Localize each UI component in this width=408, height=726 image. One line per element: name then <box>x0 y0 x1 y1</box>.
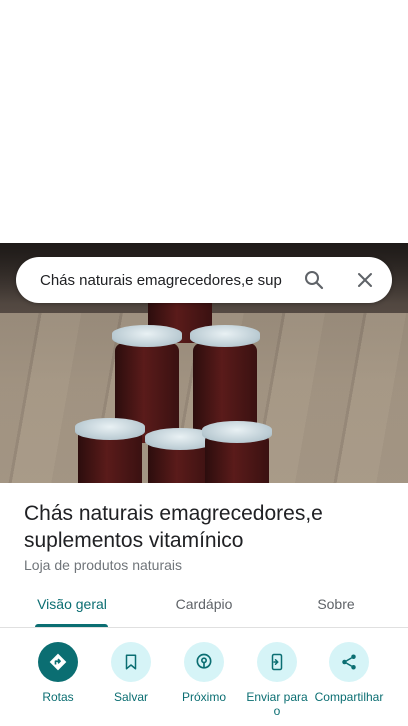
active-tab-indicator <box>35 624 108 627</box>
place-title: Chás naturais emagrecedores,e suplemento… <box>24 502 323 552</box>
save-label: Salvar <box>113 690 148 704</box>
send-to-phone-label: Enviar para o <box>246 690 308 718</box>
jar-lid <box>112 325 182 347</box>
tab-overview[interactable]: Visão geral <box>24 585 120 627</box>
jar-lid <box>190 325 260 347</box>
action-bar: Rotas Salvar Próximo Enviar para o Compa… <box>0 640 408 726</box>
tab-about[interactable]: Sobre <box>296 585 376 627</box>
jar-lid <box>75 418 145 440</box>
nearby-button[interactable]: Próximo <box>164 640 244 704</box>
directions-label: Rotas <box>42 690 74 704</box>
place-category: Loja de produtos naturais <box>24 557 182 573</box>
close-icon[interactable] <box>353 268 377 292</box>
directions-button[interactable]: Rotas <box>18 640 98 704</box>
jar-lid <box>202 421 272 443</box>
tab-bar: Visão geral Cardápio Sobre <box>0 585 408 628</box>
search-input[interactable] <box>40 257 288 303</box>
send-to-phone-button[interactable]: Enviar para o <box>237 640 317 718</box>
map-blank-area <box>0 0 408 243</box>
bookmark-icon <box>111 642 151 682</box>
directions-icon <box>38 642 78 682</box>
nearby-label: Próximo <box>181 690 226 704</box>
share-label: Compartilhar <box>314 690 384 704</box>
send-to-phone-icon <box>257 642 297 682</box>
nearby-icon <box>184 642 224 682</box>
search-bar <box>16 257 392 303</box>
share-icon <box>329 642 369 682</box>
save-button[interactable]: Salvar <box>91 640 171 704</box>
share-button[interactable]: Compartilhar <box>309 640 389 704</box>
search-icon[interactable] <box>302 268 326 292</box>
tab-menu[interactable]: Cardápio <box>152 585 256 627</box>
